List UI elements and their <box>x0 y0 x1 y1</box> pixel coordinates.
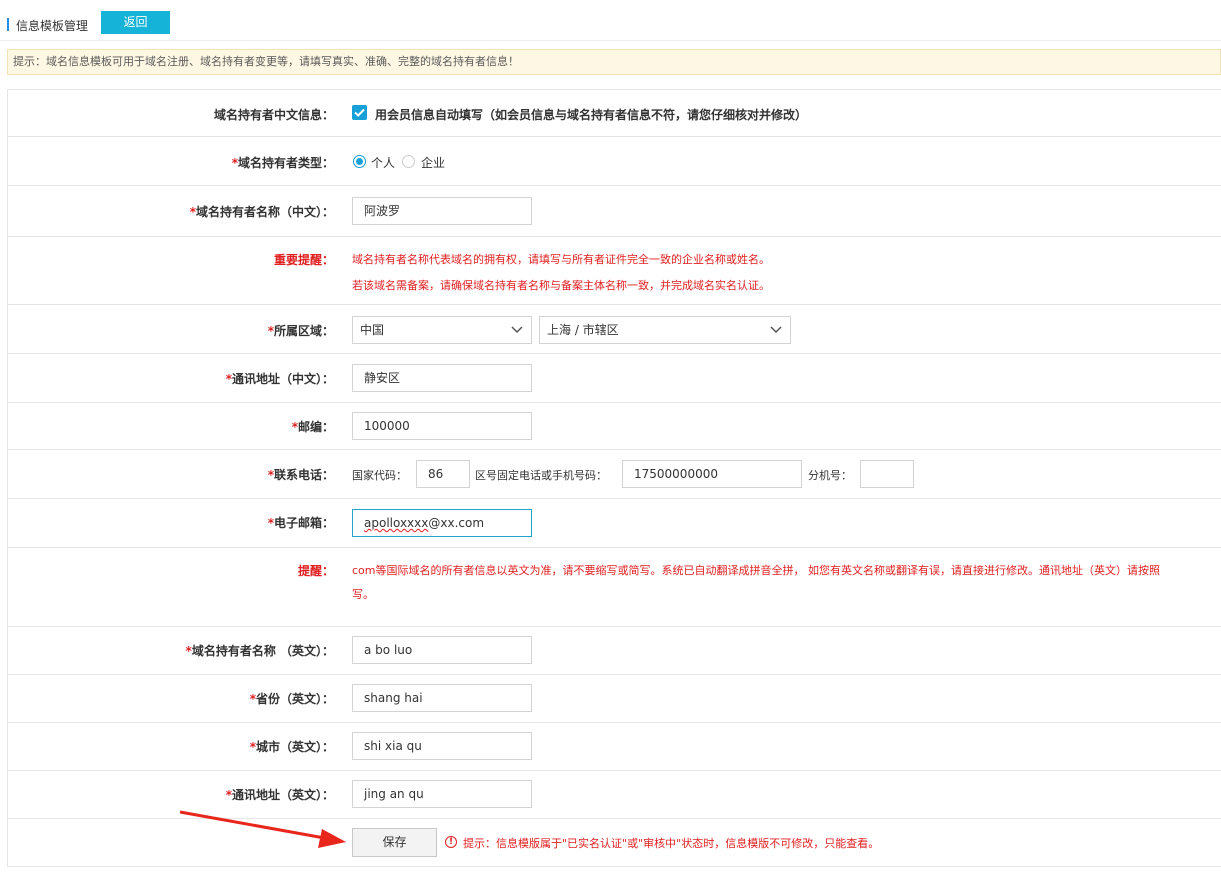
province-en-label: *省份（英文）： <box>249 692 334 706</box>
owner-name-cn-label: *域名持有者名称（中文）： <box>189 205 334 219</box>
important-line-2: 若该域名需备案，请确保域名持有者名称与备案主体名称一致，并完成域名实名认证。 <box>352 279 770 292</box>
row-region: *所属区域： 中国 上海 / 市辖区 <box>8 305 1221 354</box>
email-value-suffix: @xx.com <box>428 516 485 530</box>
extension-label: 分机号： <box>808 469 852 482</box>
owner-name-en-label: *域名持有者名称 （英文）： <box>185 644 334 658</box>
row-owner-name-cn: *域名持有者名称（中文）： 阿波罗 <box>8 186 1221 237</box>
chevron-down-icon <box>511 326 523 334</box>
city-en-input[interactable]: shi xia qu <box>352 732 532 760</box>
postcode-input[interactable]: 100000 <box>352 412 532 440</box>
row-cn-info: 域名持有者中文信息： 用会员信息自动填写（如会员信息与域名持有者信息不符，请您仔… <box>8 90 1221 137</box>
city-en-label: *城市（英文）： <box>249 740 334 754</box>
owner-name-en-input[interactable]: a bo luo <box>352 636 532 664</box>
radio-enterprise-label: 企业 <box>421 156 446 170</box>
save-warning-text: 提示：信息模版属于"已实名认证"或"审核中"状态时，信息模版不可修改，只能查看。 <box>463 837 880 850</box>
autofill-checkbox[interactable] <box>352 105 367 120</box>
important-line-1: 域名持有者名称代表域名的拥有权，请填写与所有者证件完全一致的企业名称或姓名。 <box>352 253 770 266</box>
address-en-label: *通讯地址（英文）： <box>225 788 334 802</box>
phone-label: *联系电话： <box>267 468 334 482</box>
radio-individual-label: 个人 <box>371 156 396 170</box>
address-cn-label: *通讯地址（中文）： <box>225 372 334 386</box>
radio-enterprise[interactable] <box>402 155 415 168</box>
row-owner-name-en: *域名持有者名称 （英文）： a bo luo <box>8 627 1221 675</box>
back-button[interactable]: 返回 <box>101 11 170 34</box>
row-postcode: *邮编： 100000 <box>8 403 1221 450</box>
region-label: *所属区域： <box>267 324 334 338</box>
autofill-checkbox-label: 用会员信息自动填写（如会员信息与域名持有者信息不符，请您仔细核对并修改） <box>375 108 808 122</box>
city-select[interactable]: 上海 / 市辖区 <box>539 316 791 344</box>
cn-info-label: 域名持有者中文信息： <box>213 108 334 122</box>
address-en-input[interactable]: jing an qu <box>352 780 532 808</box>
row-email: *电子邮箱： apolloxxxx@xx.com <box>8 499 1221 548</box>
checkmark-icon <box>354 108 365 117</box>
template-form: 域名持有者中文信息： 用会员信息自动填写（如会员信息与域名持有者信息不符，请您仔… <box>7 89 1221 867</box>
owner-type-label: *域名持有者类型： <box>231 156 334 170</box>
row-reminder: 提醒： com等国际域名的所有者信息以英文为准，请不要缩写或简写。系统已自动翻译… <box>8 548 1221 627</box>
header-accent-bar <box>7 18 9 31</box>
phone-number-input[interactable]: 17500000000 <box>622 460 802 488</box>
row-important: 重要提醒： 域名持有者名称代表域名的拥有权，请填写与所有者证件完全一致的企业名称… <box>8 237 1221 305</box>
row-owner-type: *域名持有者类型： 个人 企业 <box>8 137 1221 186</box>
email-value-prefix: apolloxxxx <box>364 516 429 530</box>
owner-name-cn-input[interactable]: 阿波罗 <box>352 197 532 225</box>
page-title: 信息模板管理 <box>16 19 89 33</box>
row-address-en: *通讯地址（英文）： jing an qu <box>8 771 1221 819</box>
address-cn-input[interactable]: 静安区 <box>352 364 532 392</box>
email-label: *电子邮箱： <box>267 516 334 530</box>
warning-circle-icon: ! <box>445 836 457 848</box>
page-header: 信息模板管理 返回 <box>0 10 1221 41</box>
radio-individual[interactable] <box>353 155 366 168</box>
reminder-line-1: com等国际域名的所有者信息以英文为准，请不要缩写或简写。系统已自动翻译成拼音全… <box>352 564 1160 577</box>
postcode-label: *邮编： <box>291 420 334 434</box>
save-button[interactable]: 保存 <box>352 828 437 857</box>
province-en-input[interactable]: shang hai <box>352 684 532 712</box>
important-label: 重要提醒： <box>273 253 334 267</box>
chevron-down-icon <box>770 326 782 334</box>
country-code-label: 国家代码： <box>352 469 407 482</box>
row-city-en: *城市（英文）： shi xia qu <box>8 723 1221 771</box>
reminder-line-2: 写。 <box>352 588 374 601</box>
extension-input[interactable] <box>860 460 914 488</box>
city-select-value: 上海 / 市辖区 <box>547 323 619 337</box>
info-notice: 提示：域名信息模板可用于域名注册、域名持有者变更等，请填写真实、准确、完整的域名… <box>7 49 1221 75</box>
country-select[interactable]: 中国 <box>352 316 532 344</box>
country-select-value: 中国 <box>360 323 385 337</box>
reminder-label: 提醒： <box>297 564 334 578</box>
row-phone: *联系电话： 国家代码： 86 区号固定电话或手机号码： 17500000000… <box>8 450 1221 499</box>
country-code-input[interactable]: 86 <box>416 460 470 488</box>
phone-number-label: 区号固定电话或手机号码： <box>475 469 607 482</box>
row-address-cn: *通讯地址（中文）： 静安区 <box>8 354 1221 403</box>
email-input[interactable]: apolloxxxx@xx.com <box>352 509 532 537</box>
row-province-en: *省份（英文）： shang hai <box>8 675 1221 723</box>
row-actions: 保存 ! 提示：信息模版属于"已实名认证"或"审核中"状态时，信息模版不可修改，… <box>8 819 1221 866</box>
